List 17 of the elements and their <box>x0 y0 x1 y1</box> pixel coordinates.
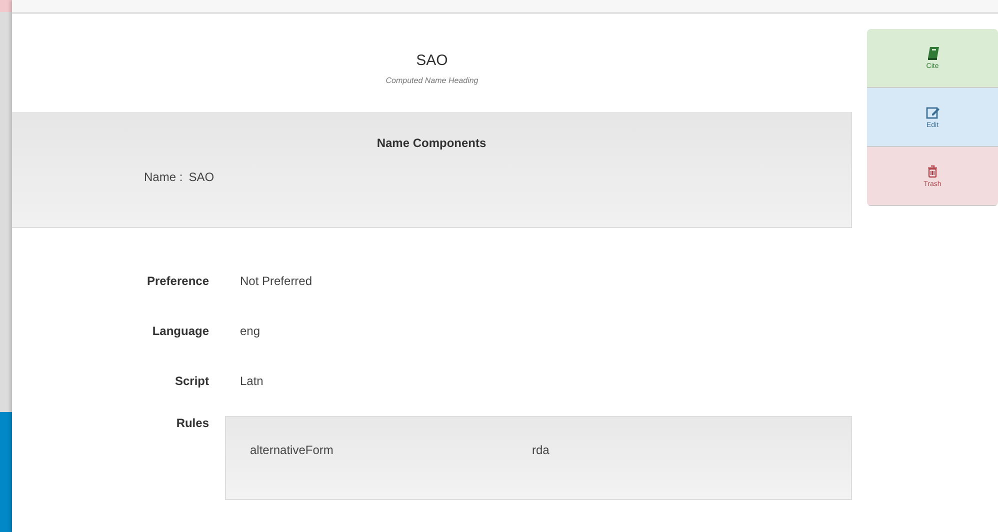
trash-icon <box>927 164 938 178</box>
rule-source: rda <box>532 443 550 457</box>
heading-title: SAO <box>416 52 448 69</box>
field-value: Not Preferred <box>240 274 314 288</box>
field-value: SAO <box>188 170 214 184</box>
field-label: Name : <box>144 170 183 184</box>
field-label: Language <box>151 324 209 338</box>
field-value: eng <box>240 324 262 338</box>
rule-name: alternativeForm <box>250 443 334 457</box>
field-label: Rules <box>175 416 209 432</box>
heading-subtitle: Computed Name Heading <box>386 76 478 85</box>
field-label: Script <box>174 374 209 388</box>
book-icon <box>926 46 938 60</box>
panel-title: Name Components <box>376 136 488 150</box>
field-value: Latn <box>240 374 264 388</box>
field-label: Preference <box>146 274 209 288</box>
edit-icon <box>926 106 940 118</box>
